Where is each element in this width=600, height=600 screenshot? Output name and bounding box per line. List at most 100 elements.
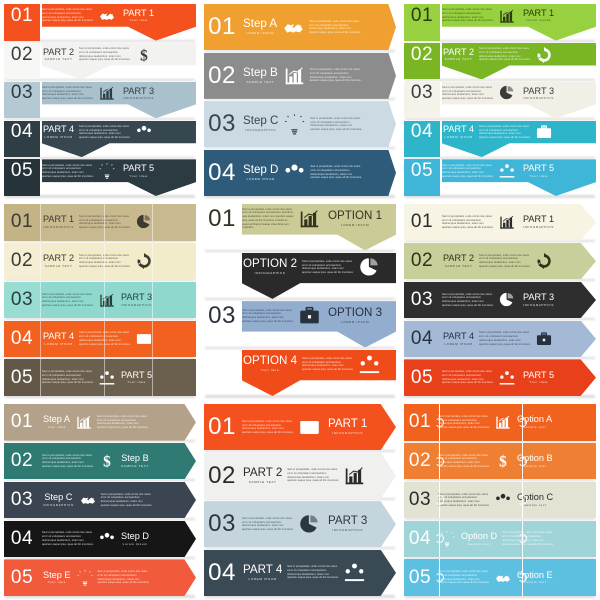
row-content: 01 Sed ut perspiciatis, unde omnis iste n… xyxy=(204,404,396,450)
row-number: 01 xyxy=(410,211,434,233)
row-number: 01 xyxy=(408,411,432,433)
row-title-group: Step E Your idea xyxy=(40,570,74,585)
banner-row[interactable]: 05 Sed ut perspiciatis, unde omnis iste n… xyxy=(404,559,596,596)
infographic-sheet: 01 Sed ut perspiciatis, unde omnis iste n… xyxy=(0,0,600,600)
team-icon xyxy=(496,163,518,179)
banner-row[interactable]: 04 Option D Sample text Sed ut perspiciatis… xyxy=(404,520,596,558)
row-body-text: Sed ut perspiciatis, unde omnis iste nat… xyxy=(242,419,294,434)
briefcase-icon xyxy=(533,331,555,347)
row-subtitle: INFOGRAPHICS xyxy=(123,96,154,101)
banner-row[interactable]: 02 PART 2 SAMPLE TEXT Sed ut perspiciatis, … xyxy=(404,242,596,280)
banner-row[interactable]: 03 Step C INFOGRAPHICS Sed ut perspiciatis,… xyxy=(4,481,196,519)
row-number: 04 xyxy=(208,158,236,186)
banner-row[interactable]: 02 Sed ut perspiciatis, unde omnis iste n… xyxy=(4,442,196,480)
panel-steps-tags[interactable]: 01 Step A Your idea Sed ut perspiciatis, un… xyxy=(0,400,200,600)
banner-row[interactable]: 03 Sed ut perspiciatis, unde omnis iste n… xyxy=(404,81,596,119)
banner-row[interactable]: 05 Sed ut perspiciatis, unde omnis iste n… xyxy=(404,359,596,396)
puzzle-divider xyxy=(439,442,441,480)
banner-row[interactable]: 01 Sed ut perspiciatis, unde omnis iste n… xyxy=(4,4,196,41)
row-title-group: Step B SAMPLE TEXT xyxy=(118,454,152,468)
panel-puzzle-options[interactable]: 01 Sed ut perspiciatis, unde omnis iste n… xyxy=(400,400,600,600)
banner-row[interactable]: 02 PART 2 SAMPLE TEXT Sed ut perspiciatis, … xyxy=(4,42,196,80)
banner-row[interactable]: 01 Sed ut perspiciatis, unde omnis iste n… xyxy=(204,404,396,451)
panel-options-arrow-down[interactable]: 01 Sed ut perspiciatis, unde omnis iste n… xyxy=(200,200,400,400)
block-divider xyxy=(104,204,105,241)
people-icon xyxy=(492,492,514,508)
row-title-group: PART 4 LOREM IPSUM xyxy=(440,125,477,139)
banner-row[interactable]: 03 Sed ut perspiciatis, unde omnis iste n… xyxy=(4,281,196,319)
banner-row[interactable]: 05 Sed ut perspiciatis, unde omnis iste n… xyxy=(4,359,196,396)
banner-row[interactable]: 02 PART 2 SAMPLE TEXT Sed ut perspiciatis, … xyxy=(404,42,596,80)
handshake-icon xyxy=(280,17,307,38)
row-body-text: Sed ut perspiciatis, unde omnis iste nat… xyxy=(310,116,363,131)
banner-row[interactable]: 04 PART 4 LOREM IPSUM Sed ut perspiciatis, … xyxy=(404,120,596,158)
row-content: 04 PART 4 LOREM IPSUM Sed ut perspiciatis, … xyxy=(4,121,196,144)
row-title-group: PART 2 SAMPLE TEXT xyxy=(40,254,77,268)
row-content: 03 Sed ut perspiciatis, unde omnis iste n… xyxy=(204,501,396,547)
banner-row[interactable]: 01 Step A LOREM IPSUM Sed ut perspiciatis, … xyxy=(204,4,396,51)
banner-row[interactable]: 01 PART 1 INFOGRAPHICS Sed ut perspiciatis,… xyxy=(4,204,196,241)
banner-row[interactable]: 04 Sed ut perspiciatis, unde omnis iste n… xyxy=(4,520,196,558)
banner-row[interactable]: 03 Sed ut perspiciatis, unde omnis iste n… xyxy=(204,301,396,348)
panel-chevron-parts[interactable]: 01 Sed ut perspiciatis, unde omnis iste n… xyxy=(200,400,400,600)
banner-row[interactable]: 02 PART 2 SAMPLE TEXT Sed ut perspiciatis, … xyxy=(4,242,196,280)
banner-row[interactable]: 03 Sed ut perspiciatis, unde omnis iste n… xyxy=(204,501,396,548)
row-title-group: PART 4 LOREM IPSUM xyxy=(40,331,77,346)
banner-row[interactable]: 01 Sed ut perspiciatis, unde omnis iste n… xyxy=(404,204,596,241)
puzzle-knob-icon xyxy=(518,495,528,505)
row-content: 02 PART 2 SAMPLE TEXT Sed ut perspiciatis, … xyxy=(4,43,196,66)
row-title-group: Step B SAMPLE TEXT xyxy=(240,67,281,84)
row-body-text: Sed ut perspiciatis, unde omnis iste nat… xyxy=(287,468,340,483)
row-content: 01 Sed ut perspiciatis, unde omnis iste n… xyxy=(4,4,196,27)
row-title: PART 1 xyxy=(43,214,75,225)
row-number: 02 xyxy=(208,461,236,489)
panel-arrow-ribbon-green[interactable]: 01 Sed ut perspiciatis, unde omnis iste n… xyxy=(400,0,600,200)
panel-canvas: 01 PART 1 INFOGRAPHICS Sed ut perspiciatis,… xyxy=(4,204,196,398)
banner-row[interactable]: 01 Sed ut perspiciatis, unde omnis iste n… xyxy=(404,404,596,441)
banner-row[interactable]: 03 Sed ut perspiciatis, unde omnis iste n… xyxy=(404,481,596,519)
banner-row[interactable]: 04 PART 4 LOREM IPSUM Sed ut perspiciatis, … xyxy=(4,320,196,358)
row-subtitle: SAMPLE TEXT xyxy=(248,479,277,484)
row-subtitle: Your idea xyxy=(260,368,280,373)
banner-row[interactable]: 01 Sed ut perspiciatis, unde omnis iste n… xyxy=(404,4,596,41)
banner-row[interactable]: 04 Step D LOREM IPSUM Sed ut perspiciatis, … xyxy=(204,149,396,196)
banner-row[interactable]: 04 PART 4 LOREM IPSUM Sed ut perspiciatis, … xyxy=(404,320,596,358)
banner-row[interactable]: 02 Step B SAMPLE TEXT Sed ut perspiciatis, … xyxy=(204,52,396,99)
bar-chart-icon xyxy=(341,465,368,486)
row-number: 01 xyxy=(10,411,34,433)
row-subtitle: Your idea xyxy=(127,380,146,385)
panel-arrow-ribbon-orange[interactable]: 01 Sed ut perspiciatis, unde omnis iste n… xyxy=(0,0,200,200)
banner-row[interactable]: 02 PART 2 SAMPLE TEXT Sed ut perspiciatis, … xyxy=(204,452,396,499)
row-title-group: OPTION 3 LOREM IPSUM xyxy=(325,307,385,324)
banner-row[interactable]: 03 Sed ut perspiciatis, unde omnis iste n… xyxy=(404,281,596,319)
banner-row[interactable]: 02 Sed ut perspiciatis, unde omnis iste n… xyxy=(404,442,596,480)
panel-chevron-blocks[interactable]: 01 Sed ut perspiciatis, unde omnis iste n… xyxy=(400,200,600,400)
banner-row[interactable]: 05 Sed ut perspiciatis, unde omnis iste n… xyxy=(4,159,196,196)
row-content: 01 Step A LOREM IPSUM Sed ut perspiciatis, … xyxy=(204,4,396,50)
banner-row[interactable]: 03 Sed ut perspiciatis, unde omnis iste n… xyxy=(4,81,196,119)
row-body-text: Sed ut perspiciatis, unde omnis iste nat… xyxy=(42,163,94,178)
row-title: PART 2 xyxy=(443,253,475,264)
panel-arrow-ribbon-steps[interactable]: 01 Step A LOREM IPSUM Sed ut perspiciatis, … xyxy=(200,0,400,200)
banner-row[interactable]: 05 Sed ut perspiciatis, unde omnis iste n… xyxy=(404,159,596,196)
row-subtitle: LOREM IPSUM xyxy=(340,319,370,324)
row-content: 04 Option D Sample text Sed ut perspiciatis… xyxy=(404,521,596,558)
row-body-text: Sed ut perspiciatis, unde omnis iste nat… xyxy=(438,453,490,468)
row-body-text: Sed ut perspiciatis, unde omnis iste nat… xyxy=(442,214,494,229)
banner-row[interactable]: 04 PART 4 LOREM IPSUM Sed ut perspiciatis, … xyxy=(204,549,396,596)
row-title-group: PART 3 INFOGRAPHICS xyxy=(325,516,370,532)
row-subtitle: INFOGRAPHICS xyxy=(523,96,554,101)
banner-row[interactable]: 02 OPTION 2 INFOGRAPHICS Sed ut perspiciati… xyxy=(204,252,396,299)
row-number: 01 xyxy=(208,13,236,41)
row-subtitle: Your idea xyxy=(129,173,148,178)
panel-retro-blocks[interactable]: 01 PART 1 INFOGRAPHICS Sed ut perspiciatis,… xyxy=(0,200,200,400)
banner-row[interactable]: 05 Step E Your idea Sed ut perspiciatis, un… xyxy=(4,559,196,596)
banner-row[interactable]: 01 Step A Your idea Sed ut perspiciatis, un… xyxy=(4,404,196,441)
banner-row[interactable]: 01 Sed ut perspiciatis, unde omnis iste n… xyxy=(204,204,396,251)
banner-row[interactable]: 04 PART 4 LOREM IPSUM Sed ut perspiciatis, … xyxy=(4,120,196,158)
row-number: 01 xyxy=(410,4,434,26)
panel-canvas: 01 Sed ut perspiciatis, unde omnis iste n… xyxy=(404,204,596,398)
banner-row[interactable]: 03 Step C INFOGRAPHICS Sed ut perspiciatis,… xyxy=(204,101,396,148)
row-body-text: Sed ut perspiciatis, unde omnis iste nat… xyxy=(79,47,131,62)
banner-row[interactable]: 04 OPTION 4 Your idea Sed ut perspiciatis, … xyxy=(204,349,396,396)
